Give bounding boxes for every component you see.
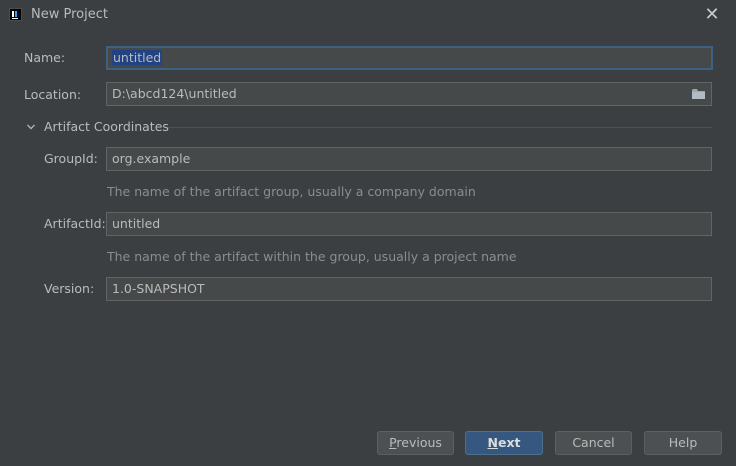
- version-input[interactable]: 1.0-SNAPSHOT: [106, 277, 712, 301]
- previous-label-rest: revious: [396, 435, 442, 450]
- title-bar: New Project ✕: [0, 0, 736, 30]
- groupid-label: GroupId:: [44, 151, 98, 166]
- name-input-value: untitled: [112, 50, 163, 65]
- cancel-button[interactable]: Cancel: [555, 431, 632, 455]
- groupid-hint: The name of the artifact group, usually …: [107, 184, 476, 199]
- help-button[interactable]: Help: [644, 431, 722, 455]
- location-label: Location:: [24, 87, 82, 102]
- artifactid-label: ArtifactId:: [44, 216, 106, 231]
- version-label: Version:: [44, 281, 95, 296]
- name-input[interactable]: untitled: [106, 46, 713, 70]
- section-title: Artifact Coordinates: [44, 119, 169, 134]
- previous-button[interactable]: Previous: [377, 431, 454, 455]
- next-label-rest: ext: [497, 435, 521, 450]
- intellij-app-icon: [9, 8, 22, 21]
- artifactid-input-value: untitled: [112, 216, 161, 231]
- groupid-input[interactable]: org.example: [106, 147, 712, 171]
- next-button[interactable]: Next: [465, 431, 543, 455]
- section-divider: [168, 127, 712, 128]
- new-project-dialog: New Project ✕ Name: untitled Location: D…: [0, 0, 736, 466]
- groupid-input-value: org.example: [112, 151, 191, 166]
- artifactid-input[interactable]: untitled: [106, 212, 712, 236]
- next-mnemonic: N: [487, 435, 498, 450]
- location-input-value: D:\abcd124\untitled: [112, 86, 237, 101]
- close-icon[interactable]: ✕: [702, 5, 722, 25]
- folder-icon[interactable]: [691, 87, 706, 101]
- chevron-down-icon: [27, 124, 35, 130]
- dialog-title: New Project: [31, 7, 108, 22]
- artifactid-hint: The name of the artifact within the grou…: [107, 249, 517, 264]
- name-label: Name:: [24, 50, 66, 65]
- version-input-value: 1.0-SNAPSHOT: [112, 281, 205, 296]
- location-input[interactable]: D:\abcd124\untitled: [106, 82, 712, 106]
